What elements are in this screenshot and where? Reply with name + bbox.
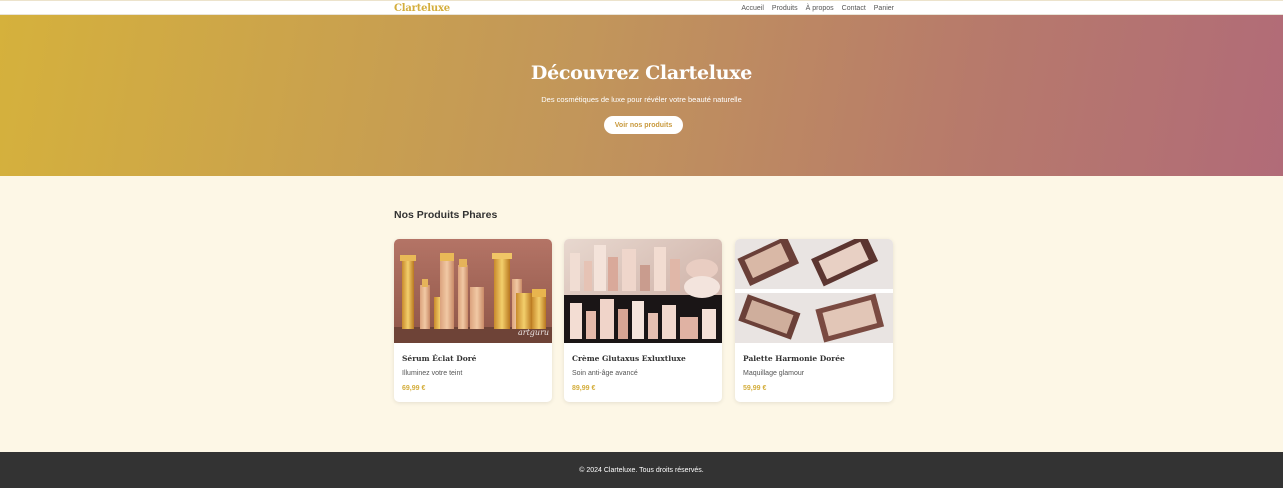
hero-subtitle: Des cosmétiques de luxe pour révéler vot… bbox=[541, 95, 742, 104]
site-footer: © 2024 Clarteluxe. Tous droits réservés. bbox=[0, 452, 1283, 488]
nav-link-panier[interactable]: Panier bbox=[874, 5, 894, 12]
nav-link-produits[interactable]: Produits bbox=[772, 5, 798, 12]
product-card-palette[interactable]: Palette Harmonie Dorée Maquillage glamou… bbox=[735, 239, 893, 402]
product-price: 59,99 € bbox=[743, 385, 767, 392]
product-card-serum[interactable]: artguru Sérum Éclat Doré Illuminez votre… bbox=[394, 239, 552, 402]
featured-section-title: Nos Produits Phares bbox=[394, 209, 498, 221]
product-description: Maquillage glamour bbox=[743, 370, 805, 377]
product-name[interactable]: Palette Harmonie Dorée bbox=[743, 354, 845, 363]
site-logo[interactable]: Clarteluxe bbox=[394, 3, 450, 14]
product-image-serum[interactable]: artguru bbox=[394, 239, 552, 343]
product-price: 69,99 € bbox=[402, 385, 426, 392]
nav-link-accueil[interactable]: Accueil bbox=[741, 5, 764, 12]
product-price: 89,99 € bbox=[572, 385, 596, 392]
nav-link-a-propos[interactable]: À propos bbox=[806, 5, 834, 12]
navbar-inner: Clarteluxe Accueil Produits À propos Con… bbox=[394, 1, 894, 16]
hero-title: Découvrez Clarteluxe bbox=[530, 62, 753, 84]
product-card-creme[interactable]: Crème Glutaxus Exluxtluxe Soin anti-âge … bbox=[564, 239, 722, 402]
product-image-palette[interactable] bbox=[735, 239, 893, 343]
product-name[interactable]: Crème Glutaxus Exluxtluxe bbox=[572, 354, 686, 363]
top-navbar: Clarteluxe Accueil Produits À propos Con… bbox=[0, 0, 1283, 15]
copyright-text: © 2024 Clarteluxe. Tous droits réservés. bbox=[579, 466, 704, 474]
view-products-button[interactable]: Voir nos produits bbox=[604, 116, 683, 134]
nav-link-contact[interactable]: Contact bbox=[842, 5, 866, 12]
product-description: Soin anti-âge avancé bbox=[572, 370, 638, 377]
hero-banner: Découvrez Clarteluxe Des cosmétiques de … bbox=[0, 15, 1283, 176]
product-description: Illuminez votre teint bbox=[402, 370, 463, 377]
product-name[interactable]: Sérum Éclat Doré bbox=[402, 354, 476, 363]
watermark-text: artguru bbox=[518, 328, 549, 337]
product-image-creme[interactable] bbox=[564, 239, 722, 343]
nav-links: Accueil Produits À propos Contact Panier bbox=[741, 5, 894, 12]
